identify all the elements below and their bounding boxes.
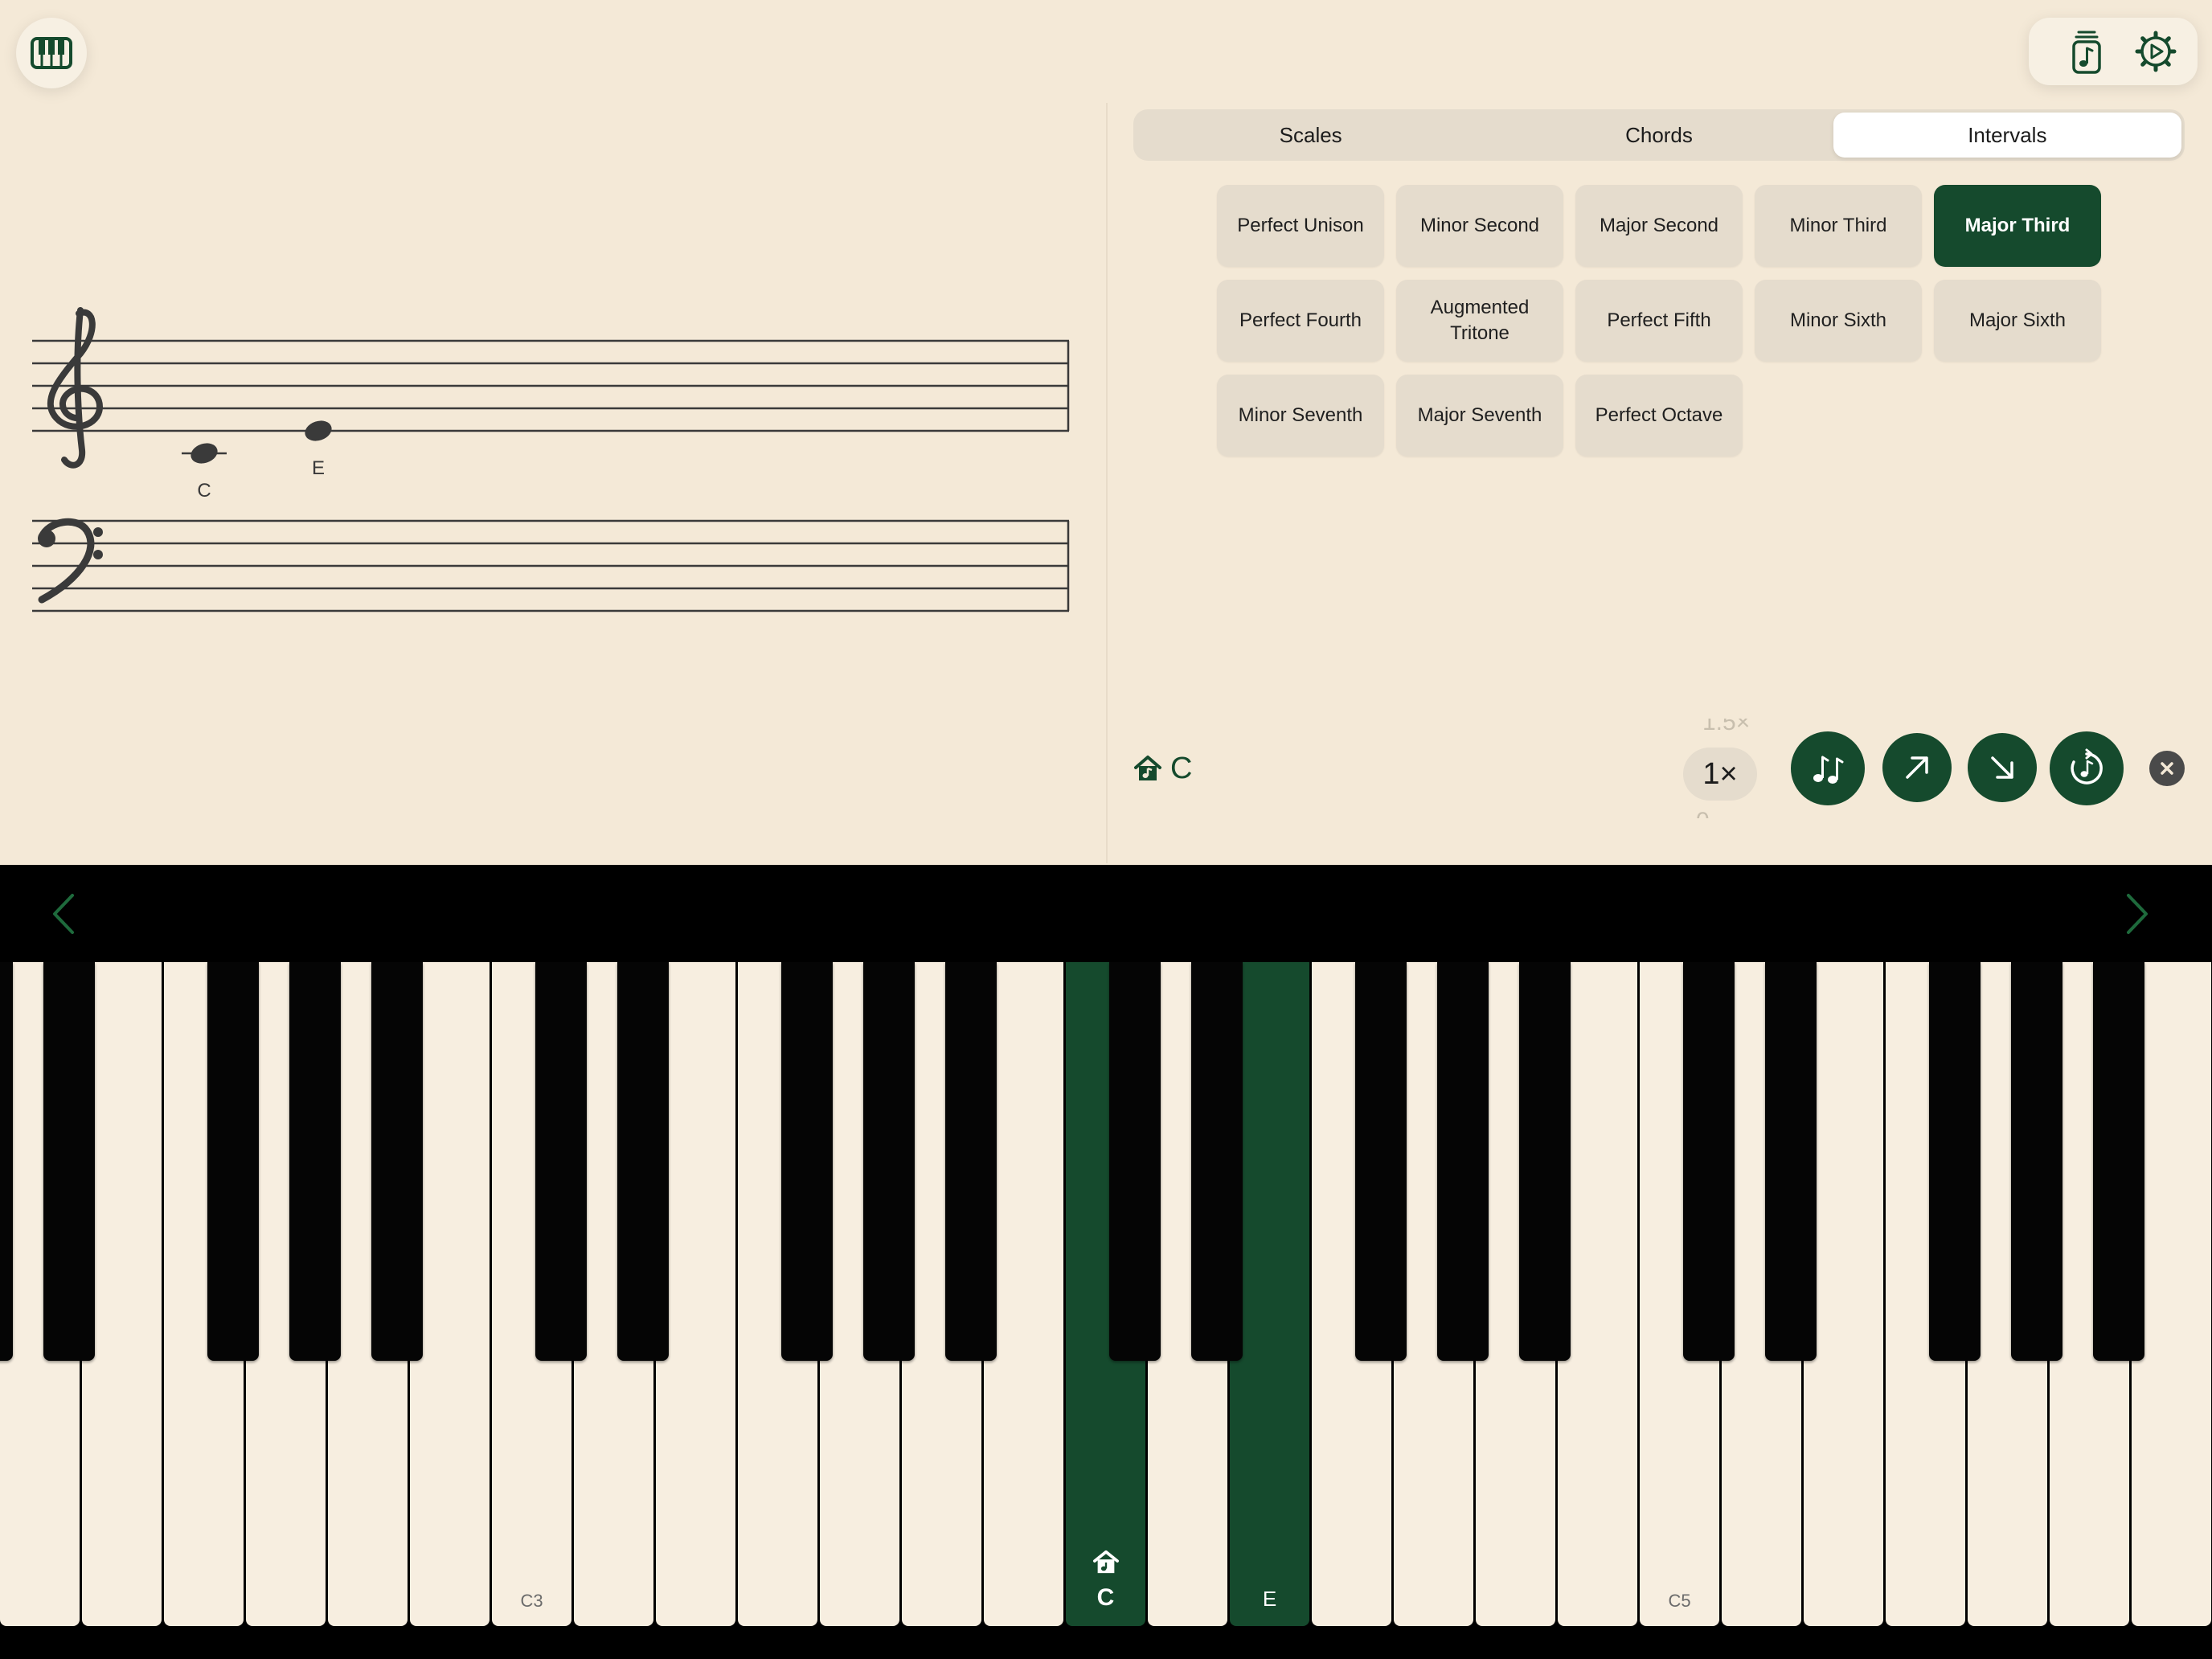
replay-button[interactable] <box>2050 731 2124 805</box>
interval-perfect-unison[interactable]: Perfect Unison <box>1217 185 1384 267</box>
root-note-label: C <box>1170 751 1193 785</box>
play-descending-button[interactable] <box>1968 733 2037 802</box>
note-label-e: E <box>312 457 325 479</box>
play-harmonic-button[interactable] <box>1791 731 1865 805</box>
interval-perfect-fifth[interactable]: Perfect Fifth <box>1575 280 1743 362</box>
gear-play-icon <box>2135 31 2177 72</box>
black-key[interactable] <box>1191 962 1243 1361</box>
interval-perfect-octave[interactable]: Perfect Octave <box>1575 375 1743 457</box>
arrow-down-right-icon <box>1991 756 2013 779</box>
interval-major-second[interactable]: Major Second <box>1575 185 1743 267</box>
music-note-list-icon <box>2072 31 2101 74</box>
settings-button[interactable] <box>2133 29 2178 74</box>
tab-scales[interactable]: Scales <box>1137 113 1485 158</box>
chevron-left-icon <box>53 894 74 934</box>
key-label-e: E <box>1262 1587 1277 1611</box>
speed-option-below: 0 <box>1696 805 1710 818</box>
black-key[interactable] <box>1929 962 1981 1361</box>
black-key[interactable] <box>1109 962 1161 1361</box>
black-key[interactable] <box>863 962 915 1361</box>
piano-toggle-button[interactable] <box>16 18 87 88</box>
replay-note-icon <box>2071 748 2103 784</box>
song-list-button[interactable] <box>2064 29 2109 74</box>
black-key[interactable] <box>207 962 259 1361</box>
black-key[interactable] <box>945 962 997 1361</box>
interval-major-sixth[interactable]: Major Sixth <box>1934 280 2101 362</box>
black-key[interactable] <box>2093 962 2144 1361</box>
interval-minor-sixth[interactable]: Minor Sixth <box>1755 280 1922 362</box>
black-key[interactable] <box>535 962 587 1361</box>
speed-option-above: 1.5× <box>1702 719 1751 735</box>
note-head-e <box>305 420 332 441</box>
interval-major-third[interactable]: Major Third <box>1934 185 2101 267</box>
black-key[interactable] <box>371 962 423 1361</box>
interval-minor-seventh[interactable]: Minor Seventh <box>1217 375 1384 457</box>
chevron-right-icon <box>2127 894 2148 934</box>
interval-grid: Perfect Unison Minor Second Major Second… <box>1217 185 2101 457</box>
interval-major-seventh[interactable]: Major Seventh <box>1396 375 1563 457</box>
treble-clef-icon <box>47 307 104 469</box>
speed-current: 1× <box>1683 748 1757 801</box>
panel-divider <box>1106 103 1108 863</box>
mode-segmented-control: Scales Chords Intervals <box>1133 109 2185 161</box>
note-head-c <box>190 443 218 464</box>
clear-button[interactable] <box>2149 751 2185 786</box>
piano-keys-icon <box>31 37 72 69</box>
grand-staff: C E <box>32 307 1070 612</box>
tab-chords[interactable]: Chords <box>1485 113 1833 158</box>
root-note-indicator[interactable]: C <box>1133 751 1192 786</box>
close-icon <box>2161 762 2173 775</box>
arrow-up-right-icon <box>1906 756 1928 779</box>
interval-augmented-tritone[interactable]: Augmented Tritone <box>1396 280 1563 362</box>
interval-perfect-fourth[interactable]: Perfect Fourth <box>1217 280 1384 362</box>
black-key[interactable] <box>1437 962 1489 1361</box>
black-key[interactable] <box>617 962 669 1361</box>
keyboard-next-button[interactable] <box>2125 892 2149 940</box>
key-label-c5: C5 <box>1668 1591 1691 1611</box>
black-key[interactable] <box>289 962 341 1361</box>
interval-minor-third[interactable]: Minor Third <box>1755 185 1922 267</box>
black-key[interactable] <box>1355 962 1407 1361</box>
black-key[interactable] <box>2011 962 2062 1361</box>
black-key[interactable] <box>1519 962 1571 1361</box>
black-key[interactable] <box>781 962 833 1361</box>
house-music-icon <box>1092 1550 1119 1574</box>
house-music-icon <box>1134 756 1161 780</box>
speed-picker[interactable]: 1.5× 1× 0 <box>1683 719 1757 818</box>
black-key[interactable] <box>0 962 13 1361</box>
two-notes-icon <box>1813 756 1844 784</box>
black-key[interactable] <box>1683 962 1735 1361</box>
keyboard-prev-button[interactable] <box>51 892 76 940</box>
top-right-toolbar <box>2029 18 2198 85</box>
tab-intervals[interactable]: Intervals <box>1833 113 2181 158</box>
key-label-root-c: C <box>1096 1584 1115 1611</box>
black-key[interactable] <box>1765 962 1817 1361</box>
interval-minor-second[interactable]: Minor Second <box>1396 185 1563 267</box>
black-key[interactable] <box>43 962 95 1361</box>
key-label-c3: C3 <box>520 1591 543 1611</box>
play-ascending-button[interactable] <box>1882 733 1952 802</box>
note-label-c: C <box>197 480 211 502</box>
